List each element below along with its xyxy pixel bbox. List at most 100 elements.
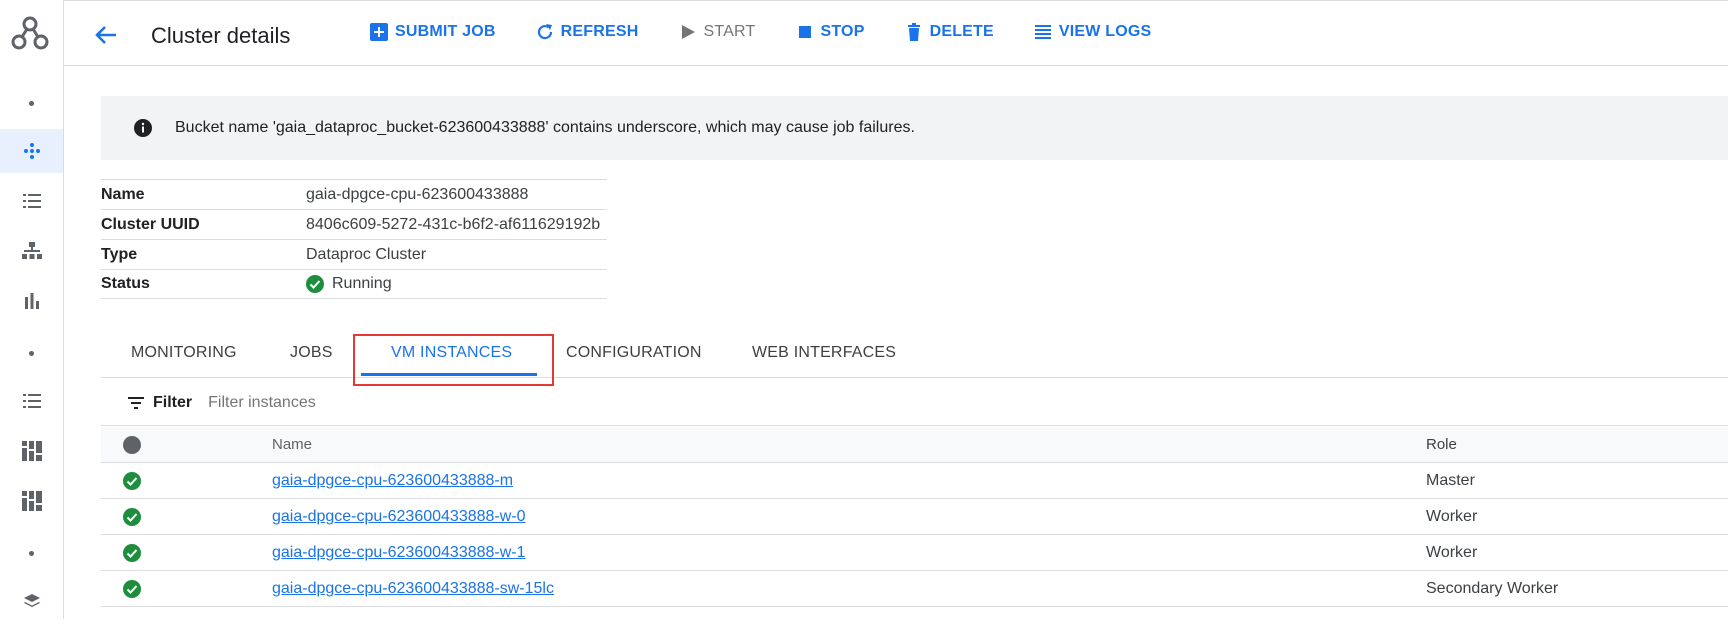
property-value: Dataproc Cluster bbox=[306, 245, 427, 263]
filter-input[interactable] bbox=[208, 393, 509, 412]
back-arrow-icon[interactable] bbox=[92, 21, 120, 49]
dashboard-icon bbox=[21, 441, 42, 461]
property-value: gaia-dpgce-cpu-623600433888 bbox=[306, 185, 529, 203]
property-key: Type bbox=[101, 245, 138, 263]
instance-link[interactable]: gaia-dpgce-cpu-623600433888-m bbox=[272, 472, 513, 489]
list-icon bbox=[22, 194, 41, 208]
table-row: gaia-dpgce-cpu-623600433888-m Master bbox=[101, 463, 1728, 499]
row-name-cell: gaia-dpgce-cpu-623600433888-w-0 bbox=[272, 508, 1426, 526]
table-row: gaia-dpgce-cpu-623600433888-sw-15lc Seco… bbox=[101, 571, 1728, 607]
dot-icon bbox=[29, 100, 34, 106]
check-circle-icon bbox=[123, 579, 141, 598]
clusters-icon bbox=[23, 143, 40, 159]
refresh-icon bbox=[537, 24, 552, 40]
nav-clusters[interactable] bbox=[0, 129, 63, 173]
property-key: Name bbox=[101, 185, 145, 203]
row-role: Master bbox=[1426, 471, 1475, 489]
table-row: gaia-dpgce-cpu-623600433888-w-0 Worker bbox=[101, 499, 1728, 535]
refresh-label: REFRESH bbox=[560, 23, 639, 40]
property-row-type: Type Dataproc Cluster bbox=[101, 239, 607, 269]
filter-label: Filter bbox=[153, 393, 193, 411]
nav-jobs[interactable] bbox=[0, 179, 63, 223]
dataproc-logo-icon[interactable] bbox=[8, 12, 52, 56]
view-logs-button[interactable]: VIEW LOGS bbox=[1034, 23, 1151, 41]
row-name-cell: gaia-dpgce-cpu-623600433888-m bbox=[272, 472, 1426, 490]
cluster-properties: Name gaia-dpgce-cpu-623600433888 Cluster… bbox=[101, 179, 607, 299]
row-name-cell: gaia-dpgce-cpu-623600433888-w-1 bbox=[272, 544, 1426, 562]
nav-dashboard-2[interactable] bbox=[0, 479, 63, 523]
nav-workflows[interactable] bbox=[0, 229, 63, 273]
name-column-header[interactable]: Name bbox=[272, 436, 1426, 453]
view-logs-label: VIEW LOGS bbox=[1058, 23, 1152, 40]
nav-dot-2[interactable] bbox=[0, 331, 63, 375]
property-row-uuid: Cluster UUID 8406c609-5272-431c-b6f2-af6… bbox=[101, 209, 607, 239]
status-text: Running bbox=[332, 275, 392, 292]
dot-icon bbox=[29, 550, 34, 556]
refresh-button[interactable]: REFRESH bbox=[536, 23, 639, 41]
tab-configuration[interactable]: CONFIGURATION bbox=[566, 344, 702, 362]
row-status bbox=[101, 507, 272, 526]
row-role: Worker bbox=[1426, 507, 1478, 525]
row-name-cell: gaia-dpgce-cpu-623600433888-sw-15lc bbox=[272, 580, 1426, 598]
nav-dot-3[interactable] bbox=[0, 531, 63, 575]
logs-icon bbox=[1034, 25, 1051, 39]
tab-monitoring[interactable]: MONITORING bbox=[131, 344, 237, 362]
role-column-header[interactable]: Role bbox=[1426, 436, 1457, 453]
start-label: START bbox=[703, 23, 756, 40]
dot-icon bbox=[29, 350, 34, 356]
property-value: 8406c609-5272-431c-b6f2-af611629192b bbox=[306, 215, 601, 233]
property-key: Cluster UUID bbox=[101, 215, 200, 233]
status-value: Running bbox=[306, 275, 392, 293]
list-icon bbox=[22, 394, 41, 408]
nav-list-2[interactable] bbox=[0, 379, 63, 423]
check-circle-icon bbox=[306, 275, 324, 293]
stop-label: STOP bbox=[820, 23, 865, 40]
tab-bar: MONITORING JOBS VM INSTANCES CONFIGURATI… bbox=[101, 330, 1728, 378]
row-role: Worker bbox=[1426, 543, 1478, 561]
nav-stack[interactable] bbox=[0, 579, 63, 623]
status-header-icon bbox=[123, 435, 141, 454]
status-column-header[interactable] bbox=[101, 435, 272, 454]
delete-button[interactable]: DELETE bbox=[905, 23, 994, 41]
stop-icon bbox=[798, 26, 811, 38]
check-circle-icon bbox=[123, 471, 141, 490]
submit-job-label: SUBMIT JOB bbox=[395, 23, 496, 40]
row-role: Secondary Worker bbox=[1426, 579, 1559, 597]
tab-highlight-box bbox=[353, 334, 554, 386]
filter-icon[interactable] bbox=[127, 394, 145, 412]
property-row-status: Status Running bbox=[101, 269, 607, 299]
nav-metrics[interactable] bbox=[0, 279, 63, 323]
row-status bbox=[101, 579, 272, 598]
delete-label: DELETE bbox=[929, 23, 994, 40]
nav-dashboard-1[interactable] bbox=[0, 429, 63, 473]
check-circle-icon bbox=[123, 543, 141, 562]
instance-link[interactable]: gaia-dpgce-cpu-623600433888-sw-15lc bbox=[272, 580, 554, 597]
banner-message: Bucket name 'gaia_dataproc_bucket-623600… bbox=[175, 119, 915, 136]
nav-dot-1[interactable] bbox=[0, 81, 63, 125]
add-box-icon bbox=[370, 23, 388, 41]
play-icon bbox=[681, 25, 695, 39]
property-row-name: Name gaia-dpgce-cpu-623600433888 bbox=[101, 179, 607, 209]
tab-web-interfaces[interactable]: WEB INTERFACES bbox=[752, 344, 896, 362]
start-button[interactable]: START bbox=[679, 23, 756, 41]
left-nav-rail bbox=[0, 0, 64, 619]
trash-icon bbox=[907, 23, 920, 41]
bar-chart-icon bbox=[24, 293, 39, 309]
info-icon bbox=[134, 119, 152, 137]
stop-button[interactable]: STOP bbox=[796, 23, 865, 41]
submit-job-button[interactable]: SUBMIT JOB bbox=[370, 23, 496, 41]
layers-icon bbox=[23, 594, 40, 607]
row-status bbox=[101, 471, 272, 490]
warning-banner: Bucket name 'gaia_dataproc_bucket-623600… bbox=[101, 96, 1728, 160]
filter-bar: Filter bbox=[101, 380, 1728, 426]
property-key: Status bbox=[101, 275, 150, 292]
instance-link[interactable]: gaia-dpgce-cpu-623600433888-w-0 bbox=[272, 508, 526, 525]
table-header: Name Role bbox=[101, 427, 1728, 463]
hierarchy-icon bbox=[21, 242, 42, 259]
row-status bbox=[101, 543, 272, 562]
toolbar: SUBMIT JOB REFRESH START STOP DELETE VIE… bbox=[370, 23, 1191, 41]
tab-jobs[interactable]: JOBS bbox=[290, 344, 333, 362]
check-circle-icon bbox=[123, 507, 141, 526]
instance-link[interactable]: gaia-dpgce-cpu-623600433888-w-1 bbox=[272, 544, 526, 561]
dashboard-icon bbox=[21, 491, 42, 511]
